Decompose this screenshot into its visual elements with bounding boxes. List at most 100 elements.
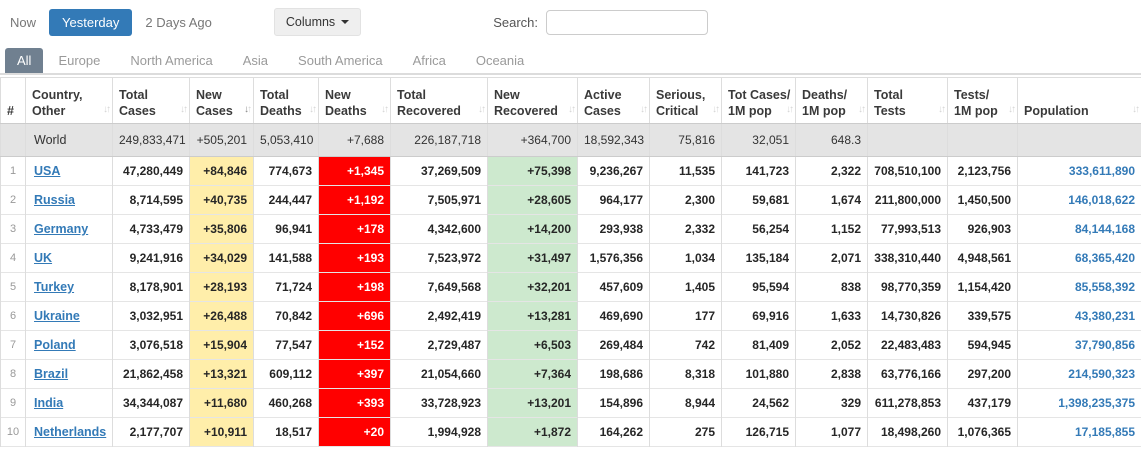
cell-total-recovered: 4,342,600 [391, 215, 488, 244]
cell-population[interactable]: 1,398,235,375 [1018, 389, 1141, 418]
cell-new-cases: +35,806 [190, 215, 254, 244]
columns-dropdown-button[interactable]: Columns [274, 8, 361, 36]
cell-serious-critical: 75,816 [650, 124, 722, 157]
column-header-tot-cases-1m[interactable]: Tot Cases/1M pop↓↑ [722, 78, 796, 124]
cell-population[interactable]: 333,611,890 [1018, 157, 1141, 186]
cell-population[interactable]: 17,185,855 [1018, 418, 1141, 447]
column-header-new-deaths[interactable]: NewDeaths↓↑ [319, 78, 391, 124]
time-filter-yesterday[interactable]: Yesterday [49, 9, 132, 36]
cell-population[interactable]: 68,365,420 [1018, 244, 1141, 273]
column-header-total-cases[interactable]: TotalCases↓↑ [113, 78, 190, 124]
cell-total-recovered: 1,994,928 [391, 418, 488, 447]
sort-icon: ↓↑ [1132, 104, 1138, 115]
tab-asia[interactable]: Asia [228, 48, 283, 73]
cell-new-recovered: +6,503 [488, 331, 578, 360]
cell-serious-critical: 8,318 [650, 360, 722, 389]
column-header-tests-1m[interactable]: Tests/1M pop↓↑ [948, 78, 1018, 124]
cell-total-cases: 3,032,951 [113, 302, 190, 331]
cell-total-deaths: 609,112 [254, 360, 319, 389]
cell-total-cases: 249,833,471 [113, 124, 190, 157]
cell-new-cases: +11,680 [190, 389, 254, 418]
table-row: 3Germany4,733,479+35,80696,941+1784,342,… [1, 215, 1141, 244]
country-link[interactable]: Poland [34, 338, 76, 352]
cell-total-cases: 21,862,458 [113, 360, 190, 389]
country-link[interactable]: Ukraine [34, 309, 80, 323]
tab-europe[interactable]: Europe [43, 48, 115, 73]
column-header-active-cases[interactable]: ActiveCases↓↑ [578, 78, 650, 124]
cell-active-cases: 18,592,343 [578, 124, 650, 157]
cell-rank: 1 [1, 157, 26, 186]
cell-serious-critical: 177 [650, 302, 722, 331]
sort-icon: ↓↑ [640, 104, 646, 115]
country-link[interactable]: Russia [34, 193, 75, 207]
cell-active-cases: 164,262 [578, 418, 650, 447]
column-header-total-tests[interactable]: TotalTests↓↑ [868, 78, 948, 124]
cell-total-deaths: 18,517 [254, 418, 319, 447]
cell-serious-critical: 8,944 [650, 389, 722, 418]
cell-country: Ukraine [26, 302, 113, 331]
cell-new-deaths: +193 [319, 244, 391, 273]
cell-population[interactable]: 37,790,856 [1018, 331, 1141, 360]
cell-population[interactable]: 146,018,622 [1018, 186, 1141, 215]
cell-country: Russia [26, 186, 113, 215]
cell-tests-1m: 1,154,420 [948, 273, 1018, 302]
cell-total-deaths: 141,588 [254, 244, 319, 273]
column-header-serious-critical[interactable]: Serious,Critical↓↑ [650, 78, 722, 124]
column-header-deaths-1m[interactable]: Deaths/1M pop↓↑ [796, 78, 868, 124]
column-header-new-recovered[interactable]: NewRecovered↓↑ [488, 78, 578, 124]
cell-country: UK [26, 244, 113, 273]
cell-population[interactable]: 85,558,392 [1018, 273, 1141, 302]
column-header-country[interactable]: Country,Other↓↑ [26, 78, 113, 124]
column-header-rank[interactable]: # [1, 78, 26, 124]
country-link[interactable]: India [34, 396, 63, 410]
cell-population[interactable]: 214,590,323 [1018, 360, 1141, 389]
country-link[interactable]: Brazil [34, 367, 68, 381]
cell-total-cases: 34,344,087 [113, 389, 190, 418]
country-link[interactable]: Germany [34, 222, 88, 236]
column-header-total-recovered[interactable]: TotalRecovered↓↑ [391, 78, 488, 124]
cell-new-recovered: +13,281 [488, 302, 578, 331]
table-header-row: #Country,Other↓↑TotalCases↓↑NewCases↓↑To… [1, 78, 1141, 124]
time-filter-2-days-ago[interactable]: 2 Days Ago [145, 15, 212, 30]
tab-north-america[interactable]: North America [115, 48, 227, 73]
column-header-population[interactable]: Population↓↑ [1018, 78, 1141, 124]
search-input[interactable] [546, 10, 708, 35]
country-link[interactable]: Turkey [34, 280, 74, 294]
cell-tests-1m: 2,123,756 [948, 157, 1018, 186]
cell-new-recovered: +13,201 [488, 389, 578, 418]
cell-tot-cases-1m: 24,562 [722, 389, 796, 418]
cell-tests-1m: 1,076,365 [948, 418, 1018, 447]
cell-country: World [26, 124, 113, 157]
tab-oceania[interactable]: Oceania [461, 48, 539, 73]
time-filter-now[interactable]: Now [10, 15, 36, 30]
cell-new-cases: +84,846 [190, 157, 254, 186]
cell-population[interactable]: 43,380,231 [1018, 302, 1141, 331]
cell-total-recovered: 2,729,487 [391, 331, 488, 360]
cell-deaths-1m: 329 [796, 389, 868, 418]
country-link[interactable]: USA [34, 164, 60, 178]
cell-country: Germany [26, 215, 113, 244]
cell-new-deaths: +397 [319, 360, 391, 389]
tab-africa[interactable]: Africa [398, 48, 461, 73]
cell-total-recovered: 7,523,972 [391, 244, 488, 273]
cell-total-tests: 611,278,853 [868, 389, 948, 418]
tab-south-america[interactable]: South America [283, 48, 398, 73]
sort-icon: ↓↑ [568, 104, 574, 115]
cell-country: USA [26, 157, 113, 186]
cell-total-deaths: 70,842 [254, 302, 319, 331]
table-row: 1USA47,280,449+84,846774,673+1,34537,269… [1, 157, 1141, 186]
country-link[interactable]: Netherlands [34, 425, 106, 439]
column-header-new-cases[interactable]: NewCases↓↑ [190, 78, 254, 124]
column-header-total-deaths[interactable]: TotalDeaths↓↑ [254, 78, 319, 124]
cell-new-deaths: +1,192 [319, 186, 391, 215]
cell-total-cases: 2,177,707 [113, 418, 190, 447]
cell-population[interactable]: 84,144,168 [1018, 215, 1141, 244]
cell-new-recovered: +28,605 [488, 186, 578, 215]
toolbar: Now Yesterday 2 Days Ago Columns Search: [0, 0, 1141, 36]
cell-serious-critical: 742 [650, 331, 722, 360]
tab-all[interactable]: All [5, 48, 43, 73]
cell-new-recovered: +75,398 [488, 157, 578, 186]
cell-new-deaths: +393 [319, 389, 391, 418]
table-row: 10Netherlands2,177,707+10,91118,517+201,… [1, 418, 1141, 447]
country-link[interactable]: UK [34, 251, 52, 265]
